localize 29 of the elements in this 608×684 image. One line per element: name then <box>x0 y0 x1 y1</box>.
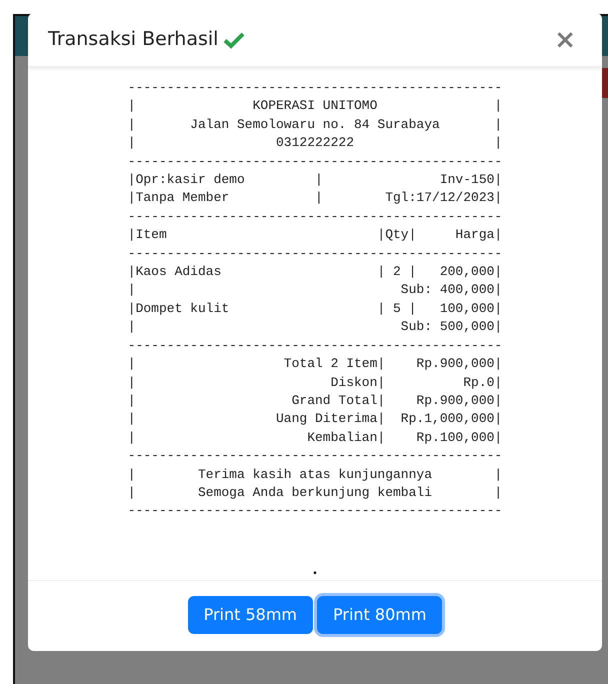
receipt-line: |Opr:kasir demo | Inv-150| <box>128 171 502 190</box>
close-button[interactable]: × <box>548 26 582 52</box>
receipt-line: | Sub: 500,000| <box>128 318 502 336</box>
receipt-line: ------------------------------------------------ <box>128 336 502 355</box>
receipt-line: | Sub: 400,000| <box>128 281 502 300</box>
receipt-line: |Kaos Adidas | 2 | 200,000| <box>128 263 502 282</box>
receipt-line: | Uang Diterima| Rp.1,000,000| <box>128 410 502 428</box>
receipt-line: |Item |Qty| Harga| <box>128 226 502 244</box>
receipt-line: | Semoga Anda berkunjung kembali | <box>128 484 502 502</box>
receipt-line: | Grand Total| Rp.900,000| <box>128 392 502 410</box>
receipt-line: | Jalan Semolowaru no. 84 Surabaya | <box>128 116 502 134</box>
receipt-line: | 0312222222 | <box>128 134 502 152</box>
receipt-line: | KOPERASI UNITOMO | <box>128 97 502 116</box>
receipt-line: | Terima kasih atas kunjungannya | <box>128 466 502 484</box>
receipt-line: | Kembalian| Rp.100,000| <box>128 428 502 447</box>
receipt-line: |Tanpa Member | Tgl:17/12/2023| <box>128 189 502 208</box>
receipt-line: | Diskon| Rp.0| <box>128 374 502 392</box>
modal-title: Transaksi Berhasil <box>48 28 218 51</box>
receipt-line: ------------------------------------------------ <box>128 447 502 466</box>
receipt-line: | Total 2 Item| Rp.900,000| <box>128 355 502 374</box>
print-button[interactable]: Print 80mm <box>317 596 442 634</box>
receipt-line: |Dompet kulit | 5 | 100,000| <box>128 300 502 318</box>
receipt-line: ------------------------------------------------ <box>128 208 502 226</box>
receipt-line: ------------------------------------------------ <box>128 79 502 97</box>
print-button[interactable]: Print 58mm <box>188 596 313 634</box>
dot-mark: . <box>312 564 318 578</box>
receipt-line: ------------------------------------------------ <box>128 502 502 520</box>
receipt-line: ------------------------------------------------ <box>128 244 502 263</box>
receipt-line: ------------------------------------------------ <box>128 152 502 171</box>
